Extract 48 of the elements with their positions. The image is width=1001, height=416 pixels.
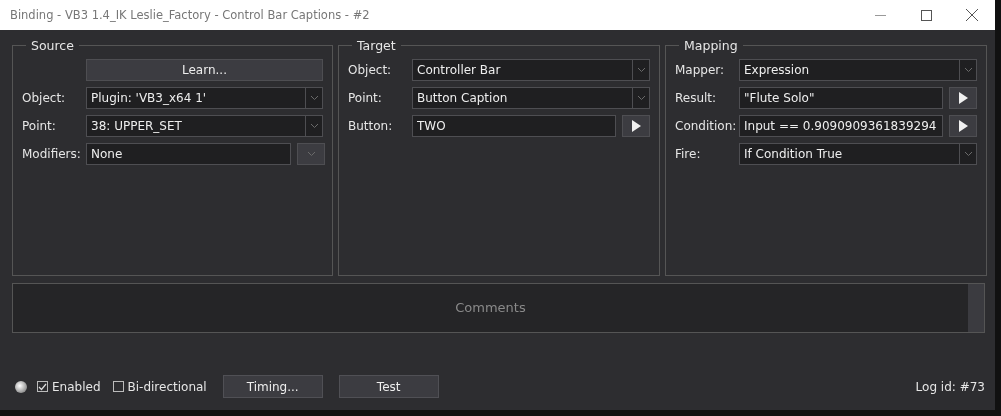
footer-button[interactable]: Test — [338, 375, 439, 398]
play-button[interactable] — [949, 87, 977, 109]
text-field[interactable]: Input == 0.9090909361839294 — [739, 115, 943, 137]
chevron-down-icon — [309, 95, 319, 101]
chevron-down-icon — [309, 123, 319, 129]
chevron-down-icon — [636, 95, 646, 101]
field-label: Button: — [348, 119, 394, 133]
chevron-down-icon — [963, 67, 973, 73]
dropdown[interactable]: Controller Bar — [412, 59, 650, 81]
play-button[interactable] — [622, 115, 650, 137]
text-field[interactable]: TWO — [412, 115, 616, 137]
field-label: Fire: — [675, 147, 702, 161]
close-icon — [966, 9, 978, 21]
maximize-icon — [920, 9, 932, 21]
group-title: Target — [356, 38, 397, 53]
play-icon — [958, 120, 968, 132]
chevron-down-icon — [636, 67, 646, 73]
dropdown[interactable]: Expression — [739, 59, 977, 81]
play-button[interactable] — [949, 115, 977, 137]
minimize-icon — [874, 14, 886, 16]
group-title: Source — [30, 38, 75, 53]
field-label: Condition: — [675, 119, 738, 133]
chevron-down-icon — [306, 151, 316, 157]
chevron-down-icon — [963, 151, 973, 157]
text-field[interactable]: "Flute Solo" — [739, 87, 943, 109]
modifiers-field[interactable]: None — [86, 143, 291, 165]
field-label: Object: — [22, 91, 67, 105]
dropdown[interactable]: Button Caption — [412, 87, 650, 109]
field-label: Point: — [348, 91, 383, 105]
field-label: Point: — [22, 119, 57, 133]
dropdown[interactable]: If Condition True — [739, 143, 977, 165]
field-label: Object: — [348, 63, 393, 77]
checkmark-icon — [38, 382, 47, 391]
play-icon — [958, 92, 968, 104]
window-title: Binding - VB3 1.4_IK Leslie_Factory - Control Bar Captions - #2 — [10, 8, 371, 22]
dropdown[interactable]: 38: UPPER_SET — [86, 115, 323, 137]
dropdown[interactable]: Plugin: 'VB3_x64 1' — [86, 87, 323, 109]
checkbox[interactable]: Enabled — [37, 379, 101, 394]
group-title: Mapping — [683, 38, 739, 53]
field-label: Modifiers: — [22, 147, 82, 161]
field-label: Mapper: — [675, 63, 726, 77]
checkbox[interactable]: Bi-directional — [112, 379, 207, 394]
play-icon — [631, 120, 641, 132]
log-id: Log id: #73 — [915, 379, 985, 394]
learn-button[interactable]: Learn... — [86, 59, 323, 81]
footer-button[interactable]: Timing... — [222, 375, 323, 398]
field-label: Result: — [675, 91, 718, 105]
status-light-icon — [15, 380, 27, 393]
